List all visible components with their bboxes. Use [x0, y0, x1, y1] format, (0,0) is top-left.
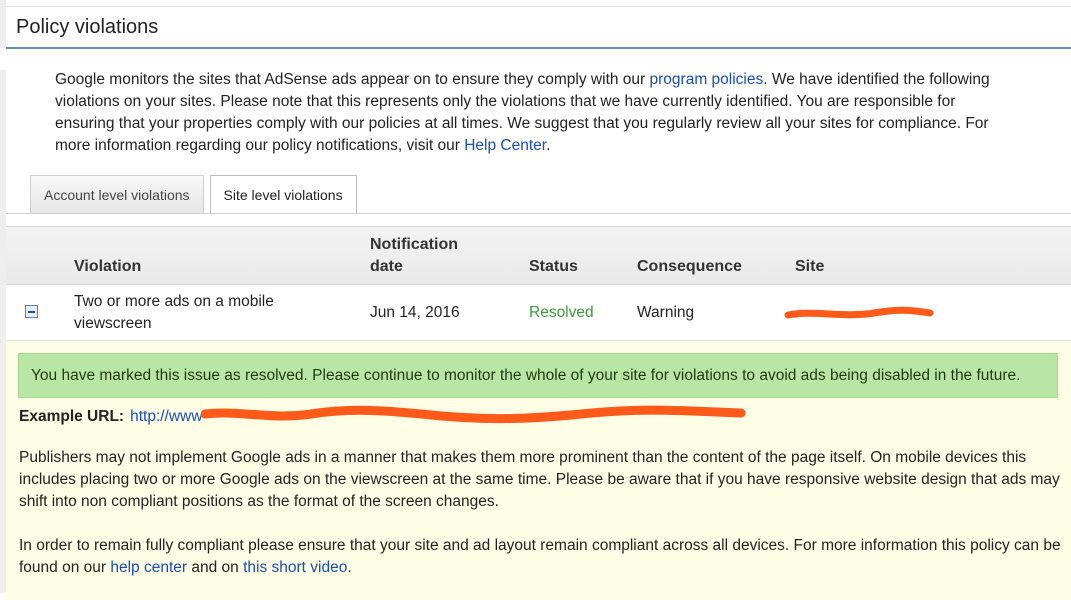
tab-divider	[6, 213, 1071, 214]
help-center-link-lower[interactable]: help center	[110, 559, 187, 576]
intro-text-part: .	[546, 137, 551, 154]
resolved-notice: You have marked this issue as resolved. …	[18, 353, 1058, 398]
program-policies-link[interactable]: program policies	[650, 71, 764, 88]
short-video-link[interactable]: this short video	[243, 559, 347, 576]
column-header-site[interactable]: Site	[795, 256, 824, 278]
site-redaction-mark	[784, 306, 934, 319]
collapse-row-button[interactable]	[25, 305, 38, 318]
violation-tabs: Account level violations Site level viol…	[30, 175, 357, 214]
status-badge: Resolved	[529, 304, 594, 321]
minus-icon	[28, 310, 35, 313]
table-row[interactable]: Two or more ads on a mobile viewscreen J…	[6, 286, 1071, 341]
compliance-text: In order to remain fully compliant pleas…	[19, 535, 1064, 579]
policy-description: Publishers may not implement Google ads …	[19, 449, 1060, 510]
compliance-text-part: and on	[187, 559, 244, 576]
help-center-link[interactable]: Help Center	[464, 137, 546, 154]
policy-violations-panel: Policy violations Google monitors the si…	[6, 6, 1071, 600]
page-title: Policy violations	[16, 15, 159, 38]
violations-table-header: Violation Notification date Status Conse…	[6, 226, 1071, 285]
compliance-text-part: .	[347, 559, 352, 576]
violation-cell: Two or more ads on a mobile viewscreen	[74, 293, 274, 332]
violation-details: You have marked this issue as resolved. …	[6, 341, 1071, 600]
column-header-notification-date[interactable]: Notification date	[370, 234, 458, 278]
column-header-violation[interactable]: Violation	[74, 256, 141, 278]
tab-site-level-violations[interactable]: Site level violations	[209, 175, 357, 214]
notification-date-cell: Jun 14, 2016	[370, 304, 460, 321]
url-redaction-mark	[201, 405, 746, 424]
column-header-notification-date-line2: date	[370, 258, 403, 275]
panel-header: Policy violations	[6, 7, 1071, 49]
column-header-notification-date-line1: Notification	[370, 236, 458, 253]
example-url: Example URL: http://www	[19, 406, 202, 428]
tab-account-level-violations[interactable]: Account level violations	[30, 175, 204, 213]
consequence-cell: Warning	[637, 304, 695, 321]
example-url-label: Example URL:	[19, 408, 125, 425]
intro-text: Google monitors the sites that AdSense a…	[55, 69, 1015, 157]
column-header-status[interactable]: Status	[529, 256, 578, 278]
example-url-link[interactable]: http://www	[130, 408, 202, 425]
column-header-consequence[interactable]: Consequence	[637, 256, 742, 278]
intro-text-part: Google monitors the sites that AdSense a…	[55, 71, 650, 88]
